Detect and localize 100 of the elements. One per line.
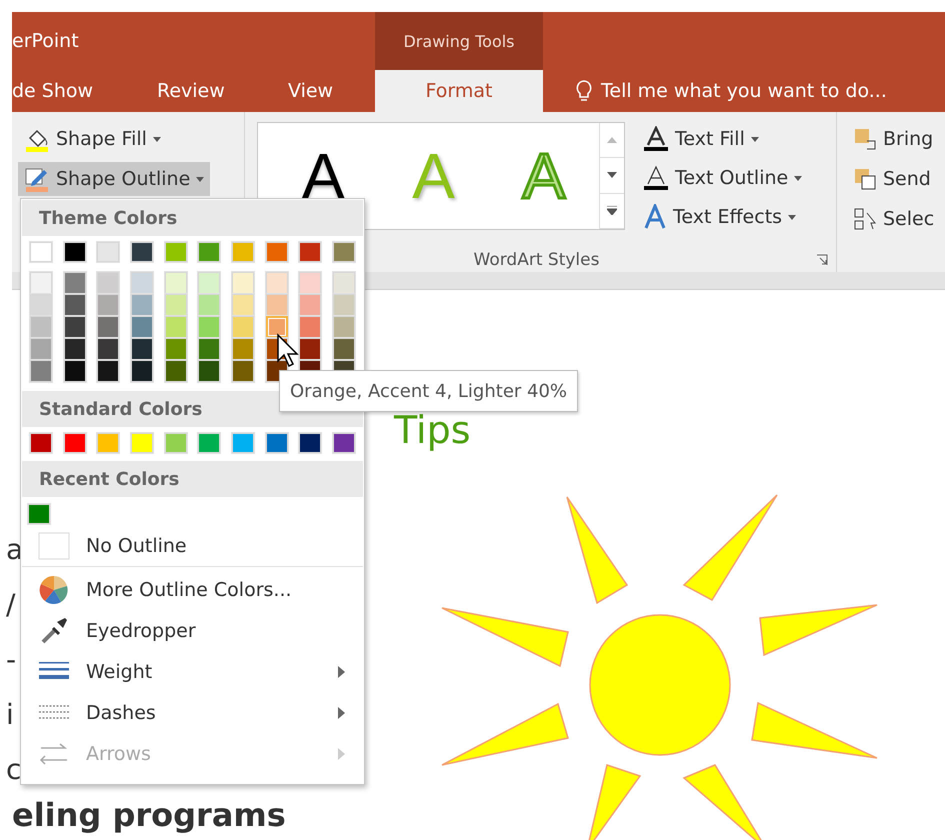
color-swatch[interactable] <box>333 294 356 316</box>
ribbon-button[interactable]: Shape Fill <box>18 122 167 156</box>
color-swatch[interactable] <box>130 272 153 294</box>
color-swatch[interactable] <box>97 360 120 382</box>
down-arrow-icon <box>607 172 617 178</box>
expand-icon <box>607 206 617 216</box>
context-tab-label: Drawing Tools <box>375 12 543 70</box>
color-swatch[interactable] <box>97 338 120 360</box>
color-swatch[interactable] <box>130 360 153 382</box>
color-swatch[interactable] <box>198 316 220 338</box>
letter-fill-icon <box>643 126 669 152</box>
slide-text: c <box>6 752 22 788</box>
color-swatch[interactable] <box>333 272 356 294</box>
color-swatch[interactable] <box>198 433 220 453</box>
color-swatch[interactable] <box>64 294 86 316</box>
color-swatch[interactable] <box>198 338 220 360</box>
color-swatch[interactable] <box>198 272 220 294</box>
ribbon-button[interactable]: Send <box>847 162 937 196</box>
color-swatch[interactable] <box>30 316 52 338</box>
color-swatch[interactable] <box>198 360 220 382</box>
color-swatch[interactable] <box>28 504 50 524</box>
color-swatch[interactable] <box>164 272 187 294</box>
ribbon-tab[interactable]: Review <box>157 70 288 112</box>
color-swatch[interactable] <box>30 294 52 316</box>
color-swatch[interactable] <box>333 242 356 262</box>
color-swatch[interactable] <box>97 242 120 262</box>
color-swatch[interactable] <box>130 433 153 453</box>
ribbon-button[interactable]: Text Outline <box>637 161 808 195</box>
mouse-pointer-icon <box>276 333 302 369</box>
color-swatch[interactable] <box>130 242 153 262</box>
color-swatch[interactable] <box>299 338 322 360</box>
ribbon-tab[interactable]: View <box>288 70 375 112</box>
color-swatch[interactable] <box>64 338 86 360</box>
color-swatch[interactable] <box>97 433 120 453</box>
color-swatch[interactable] <box>164 294 187 316</box>
ribbon-button[interactable]: Bring <box>847 122 940 156</box>
color-swatch[interactable] <box>232 294 254 316</box>
menu-item[interactable]: Weight <box>22 651 363 692</box>
menu-item[interactable]: Dashes <box>22 692 363 733</box>
send-backward-icon <box>853 167 877 191</box>
color-swatch[interactable] <box>30 272 52 294</box>
ribbon-button[interactable]: Text Effects <box>637 200 802 234</box>
letter-outline-icon <box>643 165 669 191</box>
color-swatch[interactable] <box>30 242 52 262</box>
color-swatch[interactable] <box>130 294 153 316</box>
color-swatch[interactable] <box>266 433 288 453</box>
color-swatch[interactable] <box>266 316 288 338</box>
color-swatch[interactable] <box>232 433 254 453</box>
color-swatch[interactable] <box>198 294 220 316</box>
ribbon-tab[interactable]: de Show <box>12 70 157 112</box>
color-swatch[interactable] <box>64 433 86 453</box>
color-swatch[interactable] <box>299 272 322 294</box>
color-swatch[interactable] <box>64 360 86 382</box>
slide-text: - <box>6 642 18 678</box>
color-swatch[interactable] <box>64 242 86 262</box>
color-swatch[interactable] <box>164 242 187 262</box>
caret-icon <box>794 176 802 180</box>
color-swatch[interactable] <box>30 338 52 360</box>
color-swatch[interactable] <box>333 316 356 338</box>
color-swatch[interactable] <box>130 338 153 360</box>
up-arrow-icon <box>607 137 617 144</box>
color-swatch[interactable] <box>232 242 254 262</box>
color-swatch[interactable] <box>130 316 153 338</box>
color-swatch[interactable] <box>299 433 322 453</box>
color-swatch[interactable] <box>97 294 120 316</box>
ribbon-tab[interactable]: Format <box>375 70 543 112</box>
menu-item[interactable]: No Outline <box>22 528 363 564</box>
dialog-launcher-icon[interactable] <box>816 254 828 266</box>
color-swatch[interactable] <box>64 316 86 338</box>
color-swatch[interactable] <box>299 316 322 338</box>
color-swatch[interactable] <box>266 242 288 262</box>
color-swatch[interactable] <box>164 338 187 360</box>
color-swatch[interactable] <box>266 294 288 316</box>
ribbon-button[interactable]: Selec <box>847 202 940 236</box>
color-swatch[interactable] <box>232 316 254 338</box>
color-swatch[interactable] <box>30 360 52 382</box>
tell-me-field[interactable]: Tell me what you want to do... <box>543 70 887 112</box>
bring-forward-icon <box>853 127 877 151</box>
ribbon-button[interactable]: Text Fill <box>637 122 765 156</box>
color-swatch[interactable] <box>232 272 254 294</box>
color-swatch[interactable] <box>30 433 52 453</box>
color-swatch[interactable] <box>333 433 356 453</box>
color-swatch[interactable] <box>164 316 187 338</box>
color-swatch[interactable] <box>64 272 86 294</box>
menu-item[interactable]: Eyedropper <box>22 610 363 651</box>
color-swatch[interactable] <box>198 242 220 262</box>
color-swatch[interactable] <box>232 360 254 382</box>
color-swatch[interactable] <box>164 360 187 382</box>
color-swatch[interactable] <box>299 294 322 316</box>
color-swatch[interactable] <box>164 433 187 453</box>
selection-pane-icon <box>853 207 877 231</box>
color-swatch[interactable] <box>232 338 254 360</box>
color-swatch[interactable] <box>333 338 356 360</box>
color-swatch[interactable] <box>97 272 120 294</box>
color-swatch[interactable] <box>266 272 288 294</box>
menu-item[interactable]: More Outline Colors... <box>22 569 363 610</box>
ribbon-button[interactable]: Shape Outline <box>18 162 210 196</box>
color-swatch[interactable] <box>97 316 120 338</box>
section-header: Recent Colors <box>22 461 363 497</box>
color-swatch[interactable] <box>299 242 322 262</box>
